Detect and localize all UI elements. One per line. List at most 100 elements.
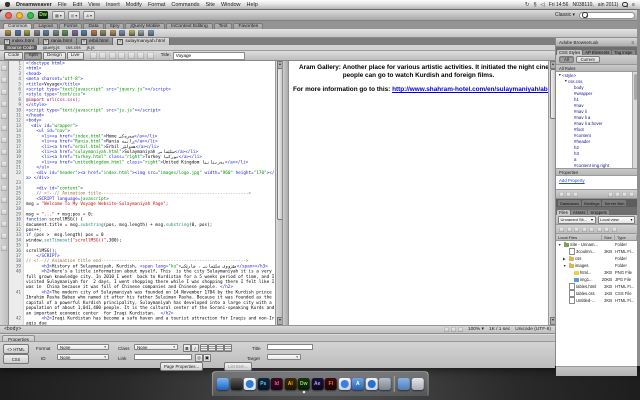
balance-braces-icon[interactable] bbox=[1, 137, 7, 143]
panel-tab-css-styles[interactable]: CSS Styles bbox=[557, 49, 583, 55]
refresh-icon[interactable] bbox=[108, 52, 116, 59]
bold-icon[interactable]: B bbox=[183, 344, 191, 352]
insert-div-tag-icon[interactable] bbox=[52, 30, 59, 36]
dock-icon-documents-folder[interactable] bbox=[397, 378, 410, 390]
widget-icon[interactable] bbox=[81, 30, 87, 36]
notification-list-icon[interactable]: ≡ bbox=[632, 2, 635, 8]
menu-format[interactable]: Format bbox=[148, 2, 165, 8]
hyperlink-icon[interactable] bbox=[5, 30, 11, 36]
collapse-full-tag-icon[interactable] bbox=[1, 89, 7, 95]
expand-all-icon[interactable] bbox=[1, 113, 7, 119]
live-view-button[interactable]: Live bbox=[66, 51, 84, 60]
title-field-input[interactable] bbox=[267, 344, 313, 350]
check-browser-compat-icon[interactable] bbox=[146, 52, 154, 59]
html-mode-button[interactable]: <> HTML bbox=[3, 344, 29, 354]
select-parent-tag-icon[interactable] bbox=[1, 125, 7, 131]
visual-aids-icon[interactable] bbox=[127, 52, 135, 59]
site-select[interactable]: Unnamed Sit... ▾ bbox=[558, 215, 596, 224]
menu-edit[interactable]: Edit bbox=[73, 2, 82, 8]
delete-rule-icon[interactable] bbox=[629, 191, 634, 197]
sync-icon[interactable]: ↻ bbox=[525, 2, 530, 8]
blockquote-icon[interactable] bbox=[216, 344, 224, 352]
view-options-icon[interactable] bbox=[118, 52, 126, 59]
dock-icon-photoshop[interactable]: Ps bbox=[257, 378, 270, 390]
horizontal-rule-icon[interactable] bbox=[33, 30, 40, 36]
design-view-button[interactable]: Design bbox=[42, 51, 66, 60]
dock-icon-system-preferences[interactable] bbox=[378, 378, 391, 390]
zoom-window-button[interactable] bbox=[27, 11, 34, 19]
put-files-icon[interactable] bbox=[589, 226, 594, 232]
templates-icon[interactable] bbox=[138, 30, 144, 36]
menu-site[interactable]: Site bbox=[205, 2, 214, 8]
panel-tab-databases[interactable]: Databases bbox=[558, 200, 582, 206]
close-tab-icon[interactable]: × bbox=[117, 38, 124, 45]
panel-tab-ap-elements[interactable]: AP Elements bbox=[583, 49, 612, 55]
open-documents-icon[interactable] bbox=[1, 65, 7, 71]
file-row[interactable]: html... 3KB PNG File bbox=[556, 269, 637, 276]
highlight-invalid-code-icon[interactable] bbox=[1, 161, 7, 167]
window-titlebar[interactable]: Dw ▦ ▾ ◎ ▾ & ▾ Classic ▾ bbox=[0, 10, 640, 21]
document-tab-erbil.html[interactable]: × erbil.html bbox=[76, 38, 114, 45]
tree-expander-icon[interactable]: ▼ bbox=[558, 243, 562, 247]
connect-icon[interactable] bbox=[559, 226, 564, 232]
add-property-link[interactable]: Add Property bbox=[559, 178, 585, 183]
close-tab-icon[interactable]: × bbox=[42, 38, 49, 45]
code-view-button[interactable]: Code bbox=[4, 51, 24, 60]
wrap-tag-icon[interactable] bbox=[1, 209, 7, 215]
menubar-extra[interactable]: ain 2011) bbox=[598, 2, 618, 8]
file-management-icon[interactable] bbox=[89, 52, 97, 59]
tag-selector[interactable]: <body> bbox=[4, 327, 21, 332]
panel-tab-assets[interactable]: Assets bbox=[570, 209, 588, 215]
dock-icon-safari[interactable] bbox=[243, 378, 256, 390]
dock-icon-itunes[interactable] bbox=[338, 378, 351, 390]
menu-help[interactable]: Help bbox=[247, 2, 258, 8]
menubar-user[interactable]: N038110, bbox=[572, 2, 593, 8]
current-rules-button[interactable]: Current bbox=[575, 56, 600, 63]
get-files-icon[interactable] bbox=[581, 226, 587, 232]
server-include-icon[interactable] bbox=[100, 30, 106, 36]
css-mode-button[interactable]: CSS bbox=[3, 354, 29, 364]
design-scrollbar[interactable]: ▲ ▼ bbox=[548, 61, 557, 325]
preview-in-browser-icon[interactable] bbox=[99, 52, 107, 59]
menu-commands[interactable]: Commands bbox=[171, 2, 199, 8]
menubar-clock[interactable]: Fri 14:56 bbox=[549, 2, 569, 8]
apple-menu-icon[interactable] bbox=[5, 2, 10, 7]
menu-file[interactable]: File bbox=[58, 2, 67, 8]
show-category-view-icon[interactable] bbox=[559, 191, 564, 197]
collapse-selection-icon[interactable] bbox=[1, 101, 7, 107]
menu-dreamweaver[interactable]: Dreamweaver bbox=[16, 2, 52, 8]
check-in-icon[interactable] bbox=[604, 226, 609, 232]
new-css-rule-icon[interactable] bbox=[615, 191, 620, 197]
browserlab-panel-header[interactable]: Adobe BrowserLab ≡ bbox=[556, 38, 637, 47]
panel-tab-bindings[interactable]: Bindings bbox=[582, 200, 602, 206]
attach-stylesheet-icon[interactable] bbox=[608, 191, 613, 197]
image-icon[interactable] bbox=[62, 30, 68, 36]
edit-rule-icon[interactable] bbox=[622, 191, 627, 197]
dock-icon-after-effects[interactable]: Ae bbox=[311, 378, 324, 390]
zoom-level[interactable]: 100% ▾ bbox=[468, 327, 484, 332]
browse-folder-icon[interactable]: ▣ bbox=[203, 354, 211, 362]
design-view[interactable]: Aram Gallery: Another place for various … bbox=[289, 61, 548, 325]
dock-icon-trash[interactable] bbox=[411, 378, 424, 390]
column-header-size[interactable]: Size bbox=[602, 234, 615, 240]
script-icon[interactable] bbox=[128, 30, 135, 36]
check-out-icon[interactable] bbox=[596, 226, 602, 232]
menu-view[interactable]: View bbox=[88, 2, 100, 8]
refresh-icon[interactable] bbox=[566, 226, 572, 232]
close-tab-icon[interactable]: × bbox=[4, 38, 10, 45]
related-file-source-code[interactable]: Source Code bbox=[4, 45, 37, 50]
minimize-window-button[interactable] bbox=[16, 11, 23, 19]
comment-icon[interactable] bbox=[109, 30, 116, 36]
related-file-js.js[interactable]: js.js bbox=[87, 45, 95, 50]
menu-insert[interactable]: Insert bbox=[106, 2, 120, 8]
italic-icon[interactable]: I bbox=[191, 344, 199, 352]
file-row[interactable]: Untitled-... 2KB HTML Fi... bbox=[556, 297, 637, 304]
format-source-code-icon[interactable] bbox=[1, 245, 7, 251]
app-search-field[interactable] bbox=[579, 11, 635, 19]
link-input[interactable] bbox=[134, 354, 192, 360]
unordered-list-icon[interactable] bbox=[200, 344, 208, 352]
panel-tab-server-beh[interactable]: Server Beh bbox=[602, 200, 627, 206]
dock-icon-finder[interactable] bbox=[216, 378, 229, 390]
document-title-input[interactable] bbox=[172, 51, 245, 60]
file-row[interactable]: 3coulmn... 3KB HTML Fi... bbox=[556, 248, 637, 255]
